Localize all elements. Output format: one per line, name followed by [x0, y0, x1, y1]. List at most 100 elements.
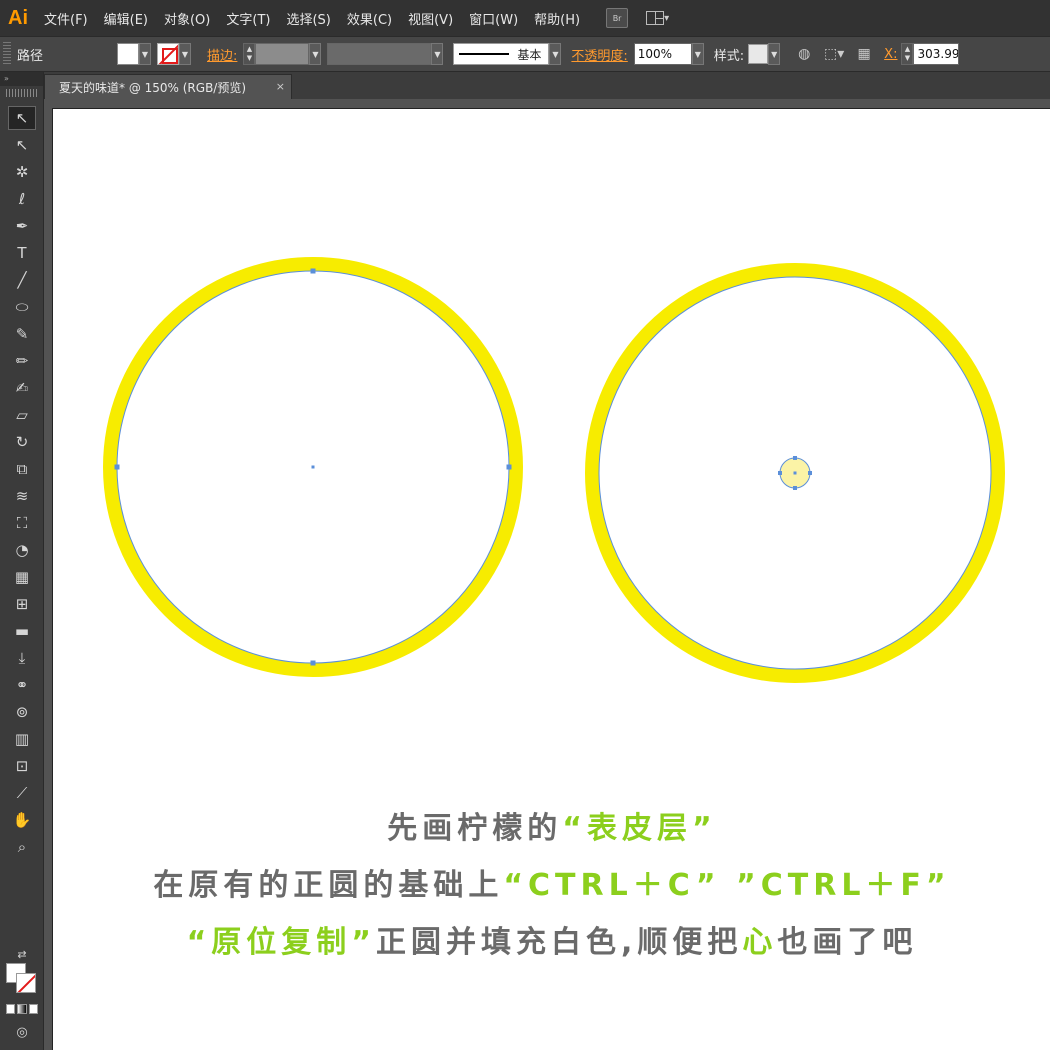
align-options-icon[interactable]: ⬚▾ — [824, 44, 844, 64]
object-type-label: 路径 — [17, 48, 44, 64]
opacity-label[interactable]: 不透明度: — [571, 45, 627, 64]
stroke-color-swatch[interactable] — [157, 43, 179, 65]
artwork — [103, 257, 1005, 683]
brush-profile-field[interactable]: 基本 — [453, 43, 550, 65]
scale-tool[interactable]: ⧉ — [8, 457, 36, 481]
pen-tool[interactable]: ✒ — [8, 214, 36, 238]
stroke-color-box[interactable] — [16, 973, 36, 993]
close-icon[interactable]: × — [276, 80, 285, 93]
chevron-down-icon: ▼ — [434, 49, 441, 59]
none-mode-button[interactable] — [28, 1004, 38, 1014]
graphic-style-swatch[interactable] — [748, 44, 769, 64]
artboard-tool[interactable]: ⊡ — [8, 754, 36, 778]
tools-panel-collapse[interactable]: » — [0, 72, 43, 86]
stroke-dropdown[interactable]: ▼ — [179, 43, 191, 65]
menu-select[interactable]: 选择(S) — [278, 9, 338, 28]
fill-stroke-selector[interactable] — [6, 963, 40, 997]
x-coordinate-field[interactable]: 303.99 — [913, 43, 960, 65]
recolor-artwork-icon[interactable]: ◍ — [794, 44, 814, 64]
fill-color-swatch[interactable] — [117, 43, 139, 65]
anchor-point[interactable] — [310, 268, 316, 274]
blend-tool[interactable]: ⚭ — [8, 673, 36, 697]
menu-view[interactable]: 视图(V) — [400, 9, 461, 28]
anchor-point[interactable] — [793, 456, 797, 460]
reference-point-icon[interactable]: ▦ — [854, 44, 874, 64]
menu-edit[interactable]: 编辑(E) — [96, 9, 156, 28]
swap-fill-stroke-icon[interactable]: ⇄ — [8, 942, 36, 966]
style-dropdown[interactable]: ▼ — [768, 43, 781, 65]
zoom-tool[interactable]: ⌕ — [8, 835, 36, 859]
color-mode-button[interactable] — [6, 1004, 16, 1014]
tools-panel: » ↖ ↖ ✲ ℓ ✒ T ╱ ⬭ ✎ ✏ ✍ ▱ ↻ ⧉ ≋ ⛶ ◔ ▦ ⊞ ▬ ⤓ ⚭ ⊚ ▥ ⊡ ⟋ ✋ ⌕ ⇄ ◎ ⧉ — [0, 72, 44, 1050]
menu-window[interactable]: 窗口(W) — [461, 9, 526, 28]
caption-line-2: 在原有的正圆的基础上“CTRL＋C” ”CTRL＋F” — [53, 860, 1050, 904]
opacity-dropdown[interactable]: ▼ — [691, 43, 704, 65]
gradient-mode-button[interactable] — [17, 1004, 27, 1014]
draw-mode-icon[interactable]: ◎ — [8, 1020, 36, 1044]
symbol-sprayer-tool[interactable]: ⊚ — [8, 700, 36, 724]
column-graph-tool[interactable]: ▥ — [8, 727, 36, 751]
paintbrush-tool[interactable]: ✎ — [8, 322, 36, 346]
pencil-tool[interactable]: ✏ — [8, 349, 36, 373]
bridge-button[interactable]: Br — [606, 8, 629, 28]
variable-width-dropdown[interactable]: ▼ — [431, 43, 444, 65]
anchor-point[interactable] — [808, 471, 812, 475]
caption-text: 先画柠檬的 — [387, 811, 563, 846]
anchor-point[interactable] — [793, 486, 797, 490]
variable-width-profile[interactable] — [327, 43, 432, 65]
stroke-width-spinner[interactable]: ▲ ▼ — [243, 43, 256, 65]
slice-tool[interactable]: ⟋ — [8, 781, 36, 805]
document-tab[interactable]: 夏天的味道* @ 150% (RGB/预览) × — [44, 74, 292, 99]
chevron-down-icon: ▼ — [181, 49, 189, 59]
chevron-down-icon: ▼ — [552, 49, 559, 59]
menu-object[interactable]: 对象(O) — [156, 9, 218, 28]
rotate-tool[interactable]: ↻ — [8, 430, 36, 454]
tools-panel-grip[interactable] — [6, 89, 37, 97]
mesh-tool[interactable]: ⊞ — [8, 592, 36, 616]
artboard-canvas[interactable]: 先画柠檬的“表皮层” 在原有的正圆的基础上“CTRL＋C” ”CTRL＋F” “… — [52, 108, 1050, 1050]
magic-wand-tool[interactable]: ✲ — [8, 160, 36, 184]
menu-help[interactable]: 帮助(H) — [526, 9, 588, 28]
free-transform-tool[interactable]: ⛶ — [8, 511, 36, 535]
x-coordinate-spinner[interactable]: ▲ ▼ — [901, 43, 914, 65]
brush-profile-dropdown[interactable]: ▼ — [549, 43, 562, 65]
left-lemon-ring[interactable] — [103, 257, 523, 677]
hand-tool[interactable]: ✋ — [8, 808, 36, 832]
shape-builder-tool[interactable]: ◔ — [8, 538, 36, 562]
right-lemon-ring[interactable] — [585, 263, 1005, 683]
app-logo: Ai — [8, 6, 28, 29]
anchor-point[interactable] — [310, 660, 316, 666]
control-bar-grip[interactable] — [3, 42, 11, 66]
screen-mode-icon[interactable]: ⧉ — [8, 1046, 36, 1050]
eyedropper-tool[interactable]: ⤓ — [8, 646, 36, 670]
anchor-point[interactable] — [778, 471, 782, 475]
eraser-tool[interactable]: ▱ — [8, 403, 36, 427]
document-tab-bar: 夏天的味道* @ 150% (RGB/预览) × — [44, 72, 1050, 99]
opacity-field[interactable]: 100% — [633, 43, 692, 65]
direct-selection-tool[interactable]: ↖ — [8, 133, 36, 157]
type-tool[interactable]: T — [8, 241, 36, 265]
anchor-point[interactable] — [114, 464, 120, 470]
stroke-width-dropdown[interactable]: ▼ — [309, 43, 322, 65]
menu-file[interactable]: 文件(F) — [36, 9, 96, 28]
line-tool[interactable]: ╱ — [8, 268, 36, 292]
selection-tool[interactable]: ↖ — [8, 106, 36, 130]
perspective-grid-tool[interactable]: ▦ — [8, 565, 36, 589]
width-tool[interactable]: ≋ — [8, 484, 36, 508]
ellipse-tool[interactable]: ⬭ — [8, 295, 36, 319]
stroke-width-field[interactable] — [255, 43, 310, 65]
stroke-line-icon — [459, 53, 510, 55]
gradient-tool[interactable]: ▬ — [8, 619, 36, 643]
stroke-label[interactable]: 描边: — [207, 45, 237, 64]
menu-effect[interactable]: 效果(C) — [339, 9, 400, 28]
grid-icon — [646, 11, 665, 25]
chevron-down-icon: ▼ — [771, 49, 778, 59]
lasso-tool[interactable]: ℓ — [8, 187, 36, 211]
blob-brush-tool[interactable]: ✍ — [8, 376, 36, 400]
menu-type[interactable]: 文字(T) — [218, 9, 278, 28]
chevron-down-icon: ▼ — [694, 49, 701, 59]
fill-dropdown[interactable]: ▼ — [139, 43, 151, 65]
anchor-point[interactable] — [506, 464, 512, 470]
x-coordinate-label[interactable]: X: — [884, 47, 897, 62]
arrange-documents-button[interactable]: ▾ — [646, 8, 680, 28]
